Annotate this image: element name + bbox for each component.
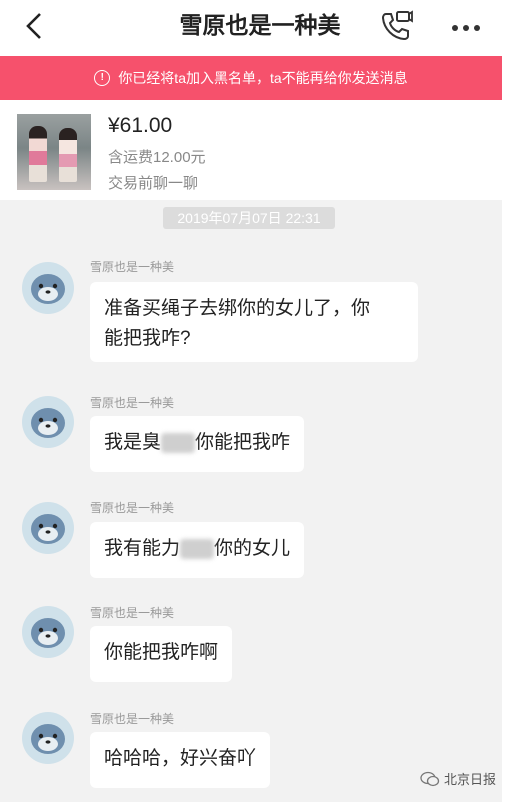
message-text: 你的女儿 — [214, 538, 291, 559]
avatar[interactable] — [22, 502, 74, 554]
thumbnail-figure — [29, 126, 47, 182]
message-text: 我是臭 — [104, 432, 162, 453]
redacted-text — [180, 538, 215, 559]
message-bubble[interactable]: 哈哈哈，好兴奋吖 — [90, 732, 271, 788]
message-bubble[interactable]: 我有能力 你的女儿 — [90, 522, 305, 578]
avatar-seal-icon — [23, 263, 73, 313]
message-bubble[interactable]: 你能把我咋啊 — [90, 626, 233, 682]
chat-timestamp: 2019年07月07日 22:31 — [163, 207, 335, 229]
product-shipping: 含运费12.00元 — [108, 149, 206, 166]
warning-icon: ! — [94, 70, 111, 86]
message-sender: 雪原也是一种美 — [90, 501, 175, 515]
watermark-text: 北京日报 — [444, 772, 497, 787]
wechat-icon — [420, 771, 440, 786]
product-card[interactable] — [0, 100, 502, 200]
more-button[interactable] — [446, 8, 486, 44]
avatar[interactable] — [22, 606, 74, 658]
thumbnail-figure — [59, 128, 77, 182]
message-line: 准备买绳子去绑你的女儿了，你 — [104, 298, 371, 319]
banner-text: 你已经将ta加入黑名单，ta不能再给你发送消息 — [118, 70, 408, 86]
product-note: 交易前聊一聊 — [108, 175, 199, 192]
message-bubble[interactable]: 我是臭 你能把我咋 — [90, 416, 305, 472]
message-sender: 雪原也是一种美 — [90, 396, 175, 410]
call-button[interactable] — [378, 8, 414, 44]
message-sender: 雪原也是一种美 — [90, 260, 175, 274]
message-sender: 雪原也是一种美 — [90, 712, 175, 726]
avatar-seal-icon — [23, 607, 73, 657]
avatar[interactable] — [22, 396, 74, 448]
more-icon — [452, 25, 480, 31]
avatar-seal-icon — [23, 713, 73, 763]
avatar[interactable] — [22, 262, 74, 314]
message-line: 能把我咋? — [104, 328, 191, 349]
message-text: 你能把我咋 — [195, 432, 291, 453]
avatar-seal-icon — [23, 397, 73, 447]
message-bubble[interactable]: 准备买绳子去绑你的女儿了，你 能把我咋? — [90, 282, 418, 362]
product-price: ¥61.00 — [108, 114, 173, 137]
blacklist-banner: ! 你已经将ta加入黑名单，ta不能再给你发送消息 — [0, 56, 502, 100]
page-title: 雪原也是一种美 — [179, 12, 341, 38]
message-text: 我有能力 — [104, 538, 181, 559]
message-text: 你能把我咋啊 — [104, 642, 219, 663]
top-bar: 雪原也是一种美 — [0, 0, 520, 56]
message-text: 哈哈哈，好兴奋吖 — [104, 748, 257, 769]
message-sender: 雪原也是一种美 — [90, 606, 175, 620]
redacted-text — [161, 432, 196, 453]
product-thumbnail[interactable] — [17, 114, 91, 190]
right-edge-strip — [502, 0, 520, 802]
avatar[interactable] — [22, 712, 74, 764]
watermark: 北京日报 — [420, 769, 496, 788]
avatar-seal-icon — [23, 503, 73, 553]
phone-icon — [381, 10, 413, 41]
